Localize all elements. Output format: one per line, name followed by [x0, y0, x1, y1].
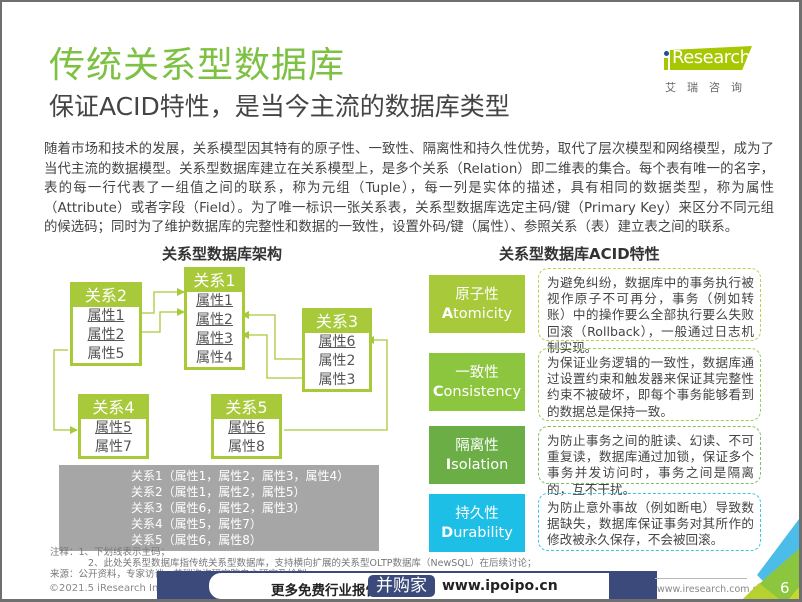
- acid-title: 关系型数据库ACID特性: [499, 245, 660, 263]
- relation-box: 关系1 属性1 属性2 属性3 属性4: [184, 267, 245, 370]
- intro-paragraph: 随着市场和技术的发展，关系模型因其特有的原子性、一致性、隔离性和持久性优势，取代…: [44, 142, 774, 236]
- schema-line: 关系3（属性6，属性2，属性3）: [131, 501, 306, 515]
- relation-attribute: 属性7: [95, 439, 132, 455]
- acid-label-durability: 持久性 Durability: [429, 494, 525, 552]
- relation-box: 关系4 属性5 属性7: [78, 394, 149, 459]
- relation-name: 关系1: [187, 270, 242, 292]
- acid-desc-isolation: 为防止事务之间的脏读、幻读、不可重复读，数据库通过加锁，保证多个事务并发访问时，…: [538, 426, 761, 497]
- acid-cn: 原子性: [455, 287, 499, 303]
- relation-name: 关系3: [305, 311, 369, 333]
- relation-name: 关系4: [81, 397, 146, 419]
- acid-cn: 隔离性: [455, 438, 499, 454]
- schema-line: 关系2（属性1，属性2，属性5）: [131, 485, 306, 499]
- page-number: 6: [780, 579, 790, 597]
- promo-banner-url[interactable]: www.ipoipo.cn: [442, 578, 558, 594]
- promo-banner-brand: 并购家: [368, 575, 435, 597]
- relation-attribute: 属性6: [318, 334, 356, 350]
- logo-brand: Research: [672, 47, 751, 68]
- relation-attribute: 属性3: [196, 331, 233, 347]
- logo-dot-icon: [664, 51, 669, 56]
- connector-r3a2-r1a2: [241, 311, 302, 360]
- acid-label-consistency: 一致性 Consistency: [429, 353, 525, 411]
- relation-attribute: 属性2: [196, 312, 233, 328]
- connector-r2a1-r1a1: [141, 288, 185, 314]
- acid-desc-atomicity: 为避免纠纷，数据库中的事务执行被视作原子不可再分，事务（例如转账）中的操作要么全…: [538, 268, 761, 355]
- relation-box: 关系2 属性1 属性2 属性5: [70, 282, 142, 366]
- connector-r3a3-r1a3: [241, 331, 302, 379]
- acid-label-atomicity: 原子性 Atomicity: [429, 275, 525, 333]
- relation-attribute: 属性8: [228, 439, 265, 455]
- acid-en: Isolation: [445, 457, 509, 473]
- relation-attribute: 属性5: [87, 346, 125, 362]
- relation-attribute: 属性1: [87, 308, 125, 324]
- relation-attribute: 属性1: [196, 293, 233, 309]
- relation-attribute: 属性2: [318, 353, 356, 369]
- copyright: ©2021.5 iResearch Inc.: [49, 583, 167, 594]
- iresearch-logo: Research 艾瑞咨询: [662, 46, 772, 96]
- schema-line: 关系5（属性6，属性8）: [131, 533, 262, 547]
- acid-desc-durability: 为防止意外事故（例如断电）导致数据缺失，数据库保证事务对其所作的修改被永久保存，…: [538, 493, 761, 551]
- relation-name: 关系2: [73, 285, 139, 307]
- logo-i-icon: [664, 58, 668, 70]
- relation-attribute: 属性5: [95, 420, 132, 436]
- acid-cn: 持久性: [455, 506, 499, 522]
- schema-line: 关系4（属性5，属性7）: [131, 517, 262, 531]
- acid-cn: 一致性: [455, 365, 499, 381]
- connector-r2a2-r1a2: [141, 308, 185, 333]
- acid-en: Consistency: [432, 384, 522, 400]
- logo-cn: 艾瑞咨询: [665, 81, 753, 94]
- schema-line: 关系1（属性1，属性2，属性3，属性4）: [131, 469, 350, 483]
- relation-attribute: 属性2: [87, 327, 125, 343]
- acid-en: Durability: [441, 525, 513, 541]
- relation-attribute: 属性3: [318, 372, 356, 388]
- page-title: 传统关系型数据库: [49, 45, 346, 86]
- architecture-title: 关系型数据库架构: [162, 245, 283, 263]
- relation-box: 关系3 属性6 属性2 属性3: [302, 308, 372, 392]
- relation-attribute: 属性4: [196, 350, 233, 366]
- schema-summary: 关系1（属性1，属性2，属性3，属性4） 关系2（属性1，属性2，属性5） 关系…: [59, 465, 379, 551]
- acid-en: Atomicity: [441, 306, 513, 322]
- promo-banner-text: 更多免费行业报告: [271, 583, 379, 599]
- relation-attribute: 属性6: [228, 420, 265, 436]
- slide: 传统关系型数据库 保证ACID特性，是当今主流的数据库类型 Research 艾…: [2, 2, 799, 599]
- page-subtitle: 保证ACID特性，是当今主流的数据库类型: [49, 92, 510, 121]
- acid-label-isolation: 隔离性 Isolation: [429, 426, 525, 484]
- relation-name: 关系5: [214, 397, 279, 419]
- acid-desc-consistency: 为保证业务逻辑的一致性，数据库通过设置约束和触发器来保证其完整性约束不被破坏，即…: [538, 348, 761, 421]
- relation-box: 关系5 属性6 属性8: [211, 394, 282, 459]
